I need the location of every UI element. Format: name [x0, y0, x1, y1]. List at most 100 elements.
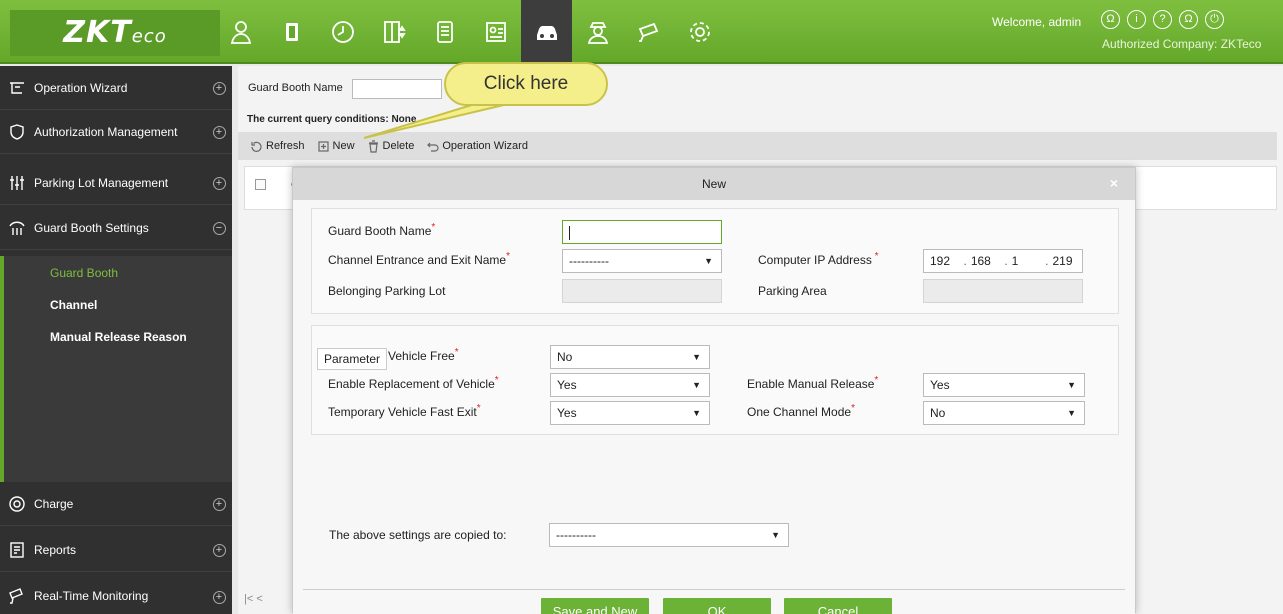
temp-vehicle-free-select[interactable]: No ▼	[550, 345, 710, 369]
monitor-icon	[0, 587, 34, 605]
welcome-text: Welcome, admin	[992, 15, 1082, 29]
cancel-button[interactable]: Cancel	[784, 598, 892, 614]
one-channel-mode-label: One Channel Mode*	[747, 403, 855, 420]
camera-icon[interactable]	[623, 0, 674, 64]
personnel-icon[interactable]	[215, 0, 266, 64]
sidebar-item-authorization[interactable]: Authorization Management +	[0, 110, 232, 154]
sidebar-item-operation-wizard[interactable]: Operation Wizard +	[0, 66, 232, 110]
top-bar: ZKTeco Welcome, admin Ω i ? Ω ⏻ Authoriz…	[0, 0, 1283, 64]
zkteco-logo: ZKTeco	[10, 10, 220, 56]
user-circle-icon[interactable]: Ω	[1101, 10, 1120, 29]
submenu-item-guard-booth[interactable]: Guard Booth	[50, 266, 118, 280]
expand-icon[interactable]: +	[206, 175, 232, 190]
delete-button[interactable]: Delete	[367, 139, 414, 153]
sidebar-item-charge[interactable]: Charge +	[0, 482, 232, 526]
sidebar-item-label: Reports	[34, 542, 77, 557]
temp-fast-exit-select[interactable]: Yes ▼	[550, 401, 710, 425]
profile-circle-icon[interactable]: Ω	[1179, 10, 1198, 29]
refresh-icon	[251, 141, 262, 152]
guard-icon[interactable]	[572, 0, 623, 64]
new-button[interactable]: New	[317, 140, 355, 153]
computer-ip-label: Computer IP Address *	[758, 251, 879, 268]
settings-icon[interactable]	[674, 0, 725, 64]
visitor-card-icon[interactable]	[470, 0, 521, 64]
help-circle-icon[interactable]: ?	[1153, 10, 1172, 29]
close-icon[interactable]: ×	[1107, 176, 1121, 190]
parameter-section: Temporary Vehicle Free* No ▼ Enable Repla…	[311, 325, 1119, 435]
power-icon[interactable]: ⏻	[1205, 10, 1224, 29]
expand-icon[interactable]: +	[206, 124, 232, 139]
guard-booth-name-label: Guard Booth Name*	[328, 222, 436, 239]
access-door-icon[interactable]	[266, 0, 317, 64]
copied-to-label: The above settings are copied to:	[329, 528, 507, 542]
expand-icon[interactable]: +	[206, 589, 232, 604]
operation-wizard-button[interactable]: Operation Wizard	[426, 140, 528, 153]
dialog-title: New ×	[293, 168, 1135, 200]
module-nav	[215, 0, 725, 64]
toolbar: Refresh New Delete Operation Wizard	[238, 132, 1277, 160]
sidebar-item-parking-lot[interactable]: Parking Lot Management +	[0, 161, 232, 205]
channel-name-select[interactable]: ---------- ▼	[562, 249, 722, 273]
new-guard-booth-dialog: New × Guard Booth Name* Channel Entrance…	[292, 167, 1136, 614]
sidebar-item-label: Guard Booth Settings	[34, 220, 149, 235]
expand-icon[interactable]: +	[206, 542, 232, 557]
pagination[interactable]: |< <	[244, 593, 263, 605]
parking-area-label: Parking Area	[758, 284, 827, 298]
delete-icon	[368, 139, 378, 153]
select-all-checkbox[interactable]	[255, 179, 266, 190]
collapse-icon[interactable]: −	[206, 220, 232, 235]
company-text: Authorized Company: ZKTeco	[1102, 37, 1262, 51]
parking-icon	[0, 174, 34, 192]
query-label: Guard Booth Name	[248, 82, 343, 94]
guard-booth-name-search-input[interactable]	[352, 79, 442, 99]
sidebar-item-label: Operation Wizard	[34, 80, 128, 95]
coin-icon	[0, 495, 34, 513]
undo-arrow-icon	[427, 142, 439, 152]
sidebar-item-label: Charge	[34, 496, 74, 511]
header-right-icons: Ω i ? Ω ⏻	[1101, 10, 1224, 29]
sidebar-item-real-time-monitoring[interactable]: Real-Time Monitoring +	[0, 574, 232, 614]
shield-icon	[0, 123, 34, 141]
temp-fast-exit-label: Temporary Vehicle Fast Exit*	[328, 403, 481, 420]
enable-replacement-label: Enable Replacement of Vehicle*	[328, 375, 499, 392]
sidebar-item-label: Authorization Management	[34, 124, 178, 139]
guard-booth-name-input[interactable]	[562, 220, 722, 244]
new-icon	[317, 140, 329, 152]
sidebar: Operation Wizard + Authorization Managem…	[0, 66, 232, 614]
info-circle-icon[interactable]: i	[1127, 10, 1146, 29]
dialog-body: Guard Booth Name* Channel Entrance and E…	[293, 200, 1135, 614]
enable-manual-release-select[interactable]: Yes ▼	[923, 373, 1085, 397]
parameter-legend: Parameter	[317, 348, 388, 370]
submenu-item-manual-release-reason[interactable]: Manual Release Reason	[50, 330, 187, 344]
expand-icon[interactable]: +	[206, 80, 232, 95]
elevator-icon[interactable]	[368, 0, 419, 64]
belonging-parking-lot-input	[562, 279, 722, 303]
computer-ip-input[interactable]: 192. 168. 1. 219	[923, 249, 1083, 273]
basic-info-section: Guard Booth Name* Channel Entrance and E…	[311, 208, 1119, 314]
booth-icon	[0, 219, 34, 237]
enable-replacement-select[interactable]: Yes ▼	[550, 373, 710, 397]
wizard-icon	[0, 79, 34, 97]
clock-icon[interactable]	[317, 0, 368, 64]
sidebar-item-reports[interactable]: Reports +	[0, 528, 232, 572]
sidebar-item-guard-booth-settings[interactable]: Guard Booth Settings −	[0, 206, 232, 250]
channel-name-label: Channel Entrance and Exit Name*	[328, 251, 511, 268]
belonging-parking-lot-label: Belonging Parking Lot	[328, 284, 446, 298]
sidebar-item-label: Real-Time Monitoring	[34, 589, 149, 603]
one-channel-mode-select[interactable]: No ▼	[923, 401, 1085, 425]
save-and-new-button[interactable]: Save and New	[541, 598, 649, 614]
dialog-divider	[303, 589, 1125, 590]
parking-area-input	[923, 279, 1083, 303]
sidebar-item-label: Parking Lot Management	[34, 175, 169, 190]
refresh-button[interactable]: Refresh	[250, 140, 305, 153]
click-here-callout: Click here	[444, 62, 608, 106]
expand-icon[interactable]: +	[206, 496, 232, 511]
guard-booth-submenu: Guard Booth Channel Manual Release Reaso…	[0, 256, 232, 482]
enable-manual-release-label: Enable Manual Release*	[747, 375, 879, 392]
copied-to-select[interactable]: ---------- ▼	[549, 523, 789, 547]
building-icon[interactable]	[419, 0, 470, 64]
submenu-item-channel[interactable]: Channel	[50, 298, 97, 312]
ok-button[interactable]: OK	[663, 598, 771, 614]
report-icon	[0, 541, 34, 559]
car-icon[interactable]	[521, 0, 572, 64]
